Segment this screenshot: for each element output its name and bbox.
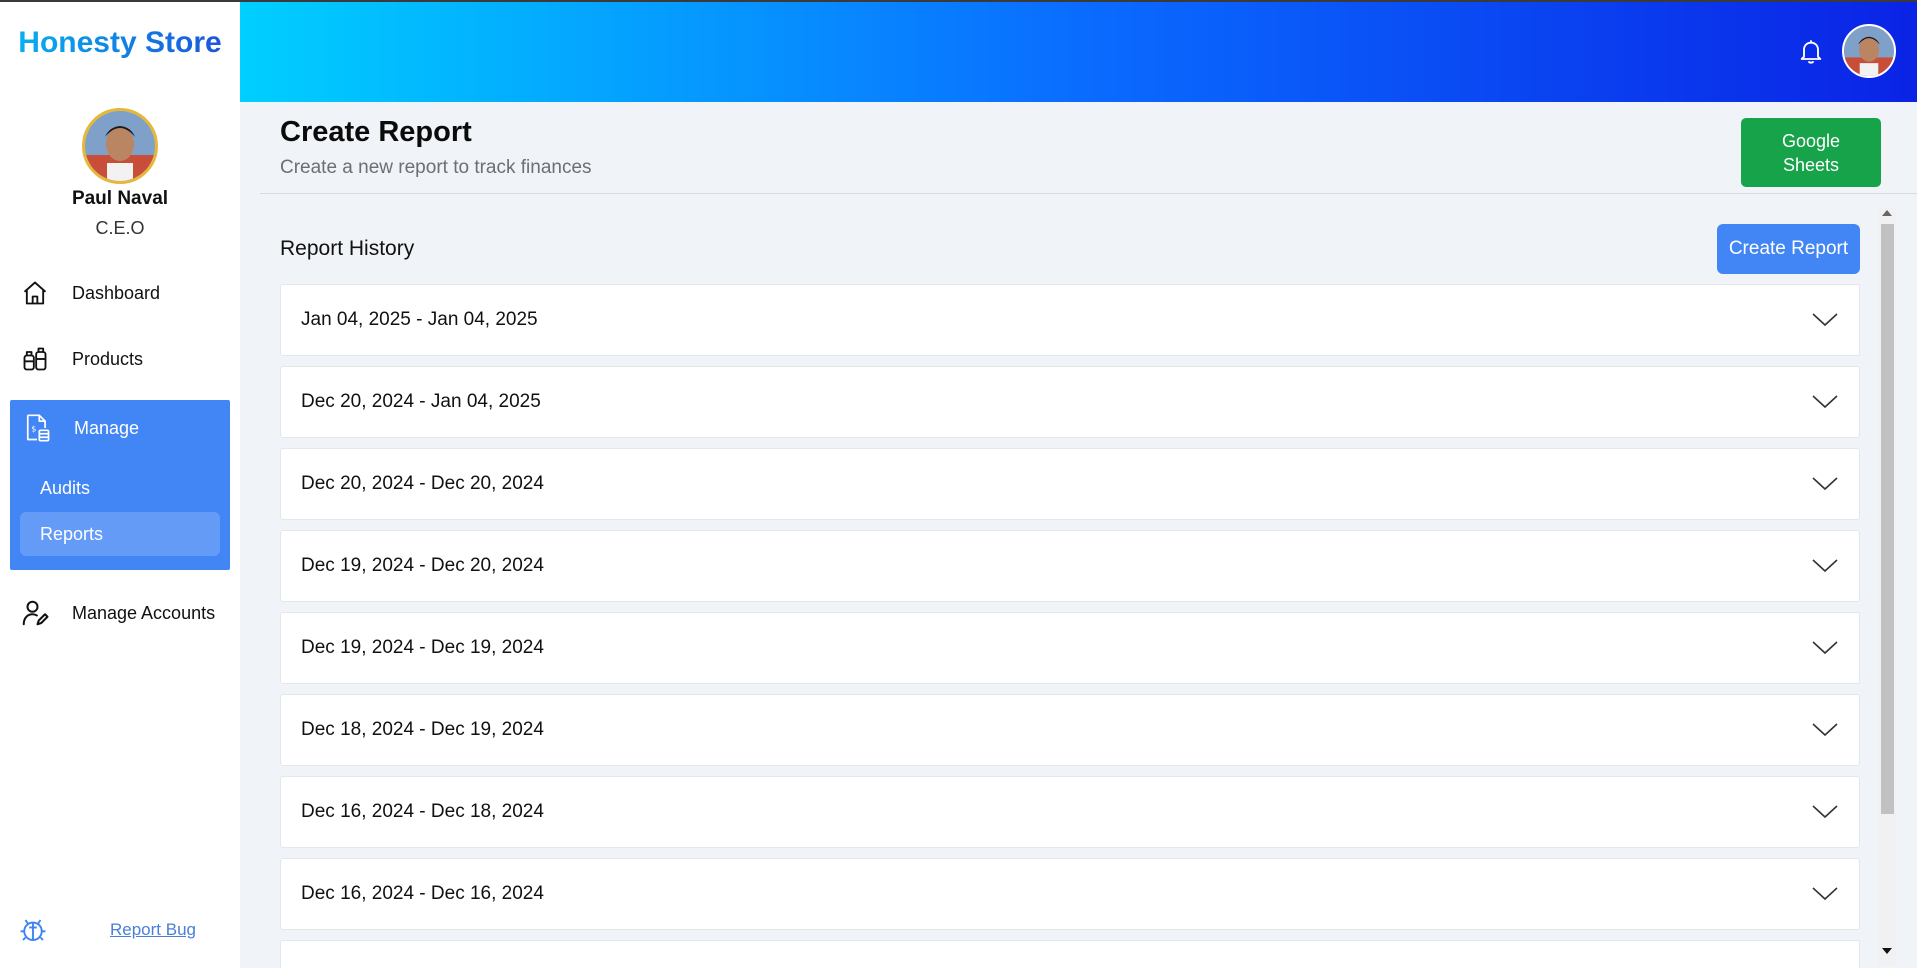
create-report-button[interactable]: Create Report bbox=[1717, 224, 1860, 274]
report-row[interactable]: Dec 20, 2024 - Jan 04, 2025 bbox=[280, 366, 1860, 438]
report-history-title: Report History bbox=[280, 237, 415, 260]
chevron-down-icon[interactable] bbox=[1811, 640, 1839, 656]
report-date-range: Dec 19, 2024 - Dec 20, 2024 bbox=[301, 555, 544, 576]
page-title: Create Report bbox=[280, 116, 472, 148]
window-top-border bbox=[0, 0, 1917, 2]
profile-role: C.E.O bbox=[95, 218, 145, 238]
header-user-avatar[interactable] bbox=[1842, 24, 1896, 78]
report-row[interactable]: Dec 16, 2024 - Dec 16, 2024 bbox=[280, 858, 1860, 930]
report-date-range: Dec 16, 2024 - Dec 18, 2024 bbox=[301, 801, 544, 822]
report-date-range: Dec 20, 2024 - Dec 20, 2024 bbox=[301, 473, 544, 494]
chevron-down-icon[interactable] bbox=[1811, 722, 1839, 738]
sidebar-item-products[interactable]: Products bbox=[10, 332, 230, 386]
page-subtitle: Create a new report to track finances bbox=[280, 157, 592, 178]
chevron-down-icon[interactable] bbox=[1811, 394, 1839, 410]
profile-name: Paul Naval bbox=[71, 188, 169, 209]
svg-text:$: $ bbox=[31, 424, 36, 433]
sidebar-item-label: Dashboard bbox=[72, 282, 161, 303]
report-date-range: Jan 04, 2025 - Jan 04, 2025 bbox=[301, 309, 538, 330]
user-edit-icon bbox=[20, 598, 50, 628]
report-bug-link[interactable]: Report Bug bbox=[110, 920, 196, 940]
chevron-down-icon[interactable] bbox=[1811, 886, 1839, 902]
report-row[interactable]: Dec 16, 2024 - Dec 18, 2024 bbox=[280, 776, 1860, 848]
report-row[interactable]: Dec 18, 2024 - Dec 19, 2024 bbox=[280, 694, 1860, 766]
scroll-down-arrow-icon[interactable] bbox=[1882, 948, 1892, 954]
user-avatar-icon bbox=[1844, 26, 1894, 76]
sidebar-item-dashboard[interactable]: Dashboard bbox=[10, 266, 230, 320]
report-date-range: Dec 16, 2024 - Dec 16, 2024 bbox=[301, 883, 544, 904]
sidebar-item-manage-accounts[interactable]: Manage Accounts bbox=[10, 586, 230, 640]
report-row[interactable]: Jan 04, 2025 - Jan 04, 2025 bbox=[280, 284, 1860, 356]
header-divider bbox=[260, 193, 1917, 194]
scrollbar-thumb[interactable] bbox=[1881, 224, 1894, 814]
home-icon bbox=[20, 278, 50, 308]
top-header bbox=[240, 2, 1917, 102]
report-row[interactable] bbox=[280, 940, 1860, 968]
sidebar-item-label: Products bbox=[72, 348, 144, 369]
brand-logo[interactable]: Honesty Store bbox=[0, 26, 240, 60]
report-date-range: Dec 20, 2024 - Jan 04, 2025 bbox=[301, 391, 541, 412]
report-date-range: Dec 19, 2024 - Dec 19, 2024 bbox=[301, 637, 544, 658]
sidebar-group-manage: $ Manage Audits Reports bbox=[10, 400, 230, 570]
sidebar-item-label: Manage bbox=[74, 417, 140, 438]
scroll-up-arrow-icon[interactable] bbox=[1882, 210, 1892, 216]
chevron-down-icon[interactable] bbox=[1811, 804, 1839, 820]
sidebar-subitem-reports[interactable]: Reports bbox=[20, 512, 220, 556]
bug-icon bbox=[20, 919, 46, 941]
profile-avatar bbox=[82, 108, 158, 184]
report-history-list: Jan 04, 2025 - Jan 04, 2025 Dec 20, 2024… bbox=[280, 284, 1860, 968]
chevron-down-icon[interactable] bbox=[1811, 558, 1839, 574]
products-icon bbox=[20, 344, 50, 374]
report-bug-row: Report Bug bbox=[18, 914, 228, 946]
sidebar-item-manage[interactable]: $ Manage bbox=[10, 400, 230, 456]
google-sheets-button[interactable]: Google Sheets bbox=[1741, 118, 1881, 187]
chevron-down-icon[interactable] bbox=[1811, 476, 1839, 492]
report-row[interactable]: Dec 20, 2024 - Dec 20, 2024 bbox=[280, 448, 1860, 520]
report-date-range: Dec 18, 2024 - Dec 19, 2024 bbox=[301, 719, 544, 740]
user-avatar-icon bbox=[85, 111, 155, 181]
sidebar-subitem-audits[interactable]: Audits bbox=[20, 466, 220, 510]
report-row[interactable]: Dec 19, 2024 - Dec 20, 2024 bbox=[280, 530, 1860, 602]
chevron-down-icon[interactable] bbox=[1811, 312, 1839, 328]
manage-document-icon: $ bbox=[22, 413, 52, 443]
sidebar-item-label: Manage Accounts bbox=[72, 602, 216, 623]
bell-icon[interactable] bbox=[1797, 36, 1825, 68]
sidebar: Honesty Store Paul Naval C.E.O Dashboard bbox=[0, 2, 240, 968]
report-row[interactable]: Dec 19, 2024 - Dec 19, 2024 bbox=[280, 612, 1860, 684]
